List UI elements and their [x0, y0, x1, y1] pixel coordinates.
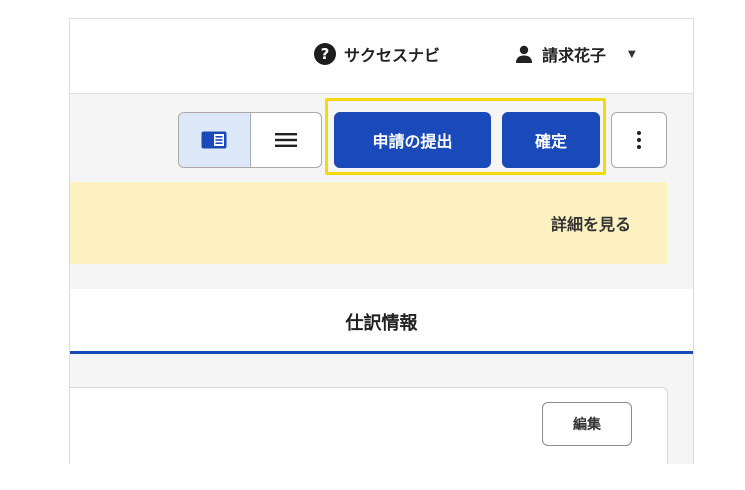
view-toggle-panel-button[interactable] — [179, 113, 251, 167]
content-panel: 編集 — [70, 387, 668, 464]
tab-journal-info[interactable]: 仕訳情報 — [70, 309, 693, 335]
question-circle-icon: ? — [314, 43, 336, 65]
action-toolbar: 申請の提出 確定 — [70, 94, 693, 182]
view-toggle-list-button[interactable] — [251, 113, 322, 167]
list-menu-icon — [274, 133, 297, 147]
sidebar-panel-icon — [201, 131, 227, 149]
caret-down-icon[interactable]: ▼ — [628, 49, 636, 60]
user-name: 請求花子 — [542, 46, 607, 65]
vertical-ellipsis-icon — [637, 131, 641, 135]
app-frame: ? サクセスナビ 請求花子 ▼ 申請の提出 確定 詳細を見る 仕訳情報 編集 — [69, 18, 694, 464]
person-icon — [516, 45, 532, 63]
more-actions-button[interactable] — [611, 112, 667, 168]
tab-bar: 仕訳情報 — [70, 289, 693, 354]
view-details-link[interactable]: 詳細を見る — [551, 211, 631, 235]
submit-request-button[interactable]: 申請の提出 — [334, 112, 491, 168]
top-header: ? サクセスナビ 請求花子 ▼ — [70, 19, 693, 94]
confirm-button[interactable]: 確定 — [502, 112, 600, 168]
edit-button[interactable]: 編集 — [542, 402, 632, 446]
help-label: サクセスナビ — [344, 46, 441, 65]
notice-banner: 詳細を見る — [70, 182, 667, 264]
view-toggle — [178, 112, 322, 168]
help-link-success-navi[interactable]: ? サクセスナビ — [314, 41, 440, 67]
user-menu[interactable]: 請求花子 ▼ — [514, 41, 636, 67]
